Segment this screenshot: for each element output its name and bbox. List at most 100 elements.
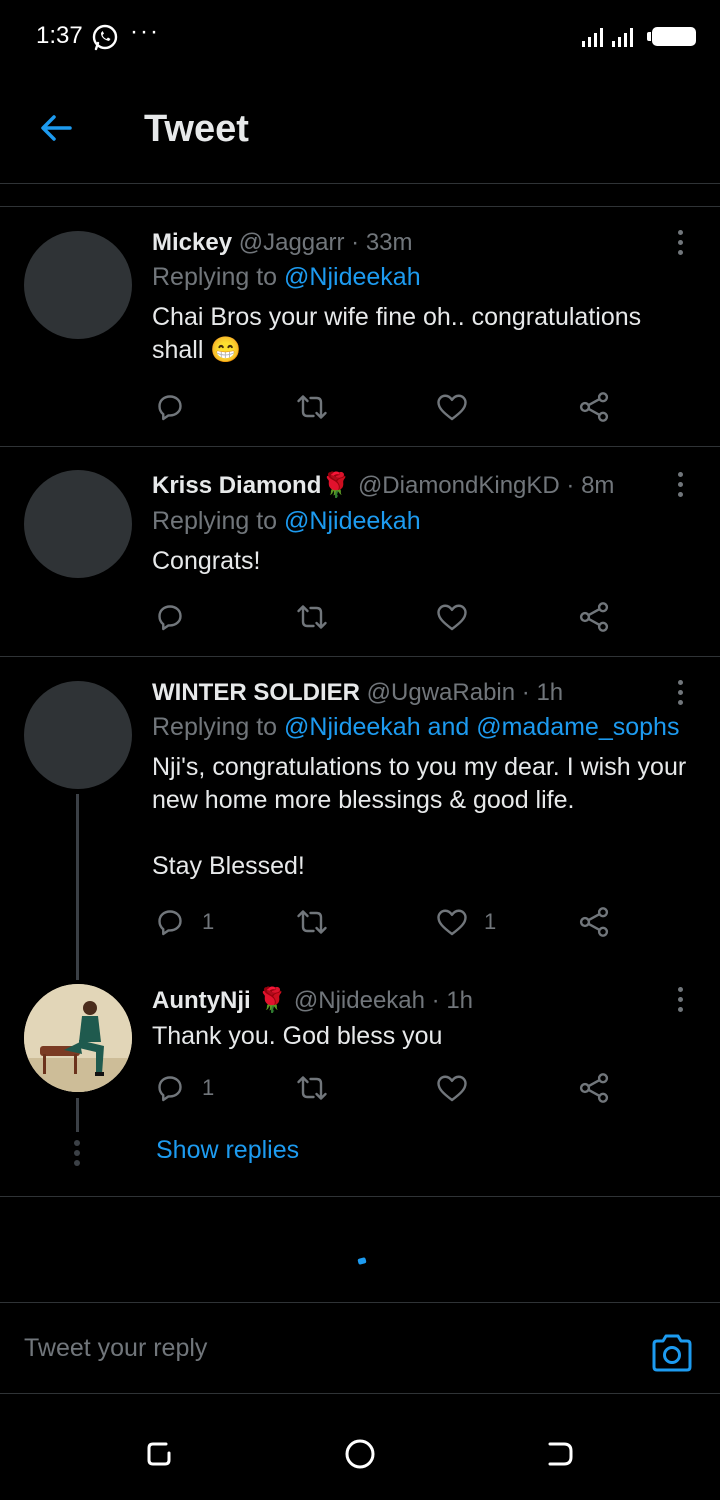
- author-name[interactable]: Kriss Diamond🌹: [152, 472, 351, 499]
- replying-prefix: Replying to: [152, 263, 285, 291]
- share-button[interactable]: [576, 1068, 612, 1108]
- replying-to: Replying to @Njideekah: [152, 507, 421, 536]
- heart-icon: [437, 1075, 467, 1102]
- mention-link[interactable]: @Njideekah: [284, 507, 421, 535]
- home-icon[interactable]: [342, 1436, 378, 1472]
- signal-icon: [582, 28, 633, 47]
- heart-icon: [437, 909, 467, 936]
- tweet-meta: AuntyNji 🌹 @Njideekah · 1h: [152, 986, 473, 1015]
- heart-icon: [437, 604, 467, 631]
- mention-link[interactable]: @Njideekah and @madame_sophs: [284, 713, 679, 741]
- author-name[interactable]: Mickey: [152, 229, 232, 256]
- avatar[interactable]: [24, 681, 132, 789]
- divider: [0, 656, 720, 657]
- reply-button[interactable]: 1: [152, 902, 214, 942]
- tweet-meta: WINTER SOLDIER @UgwaRabin · 1h: [152, 679, 563, 707]
- tweet-time: · 8m: [566, 472, 615, 499]
- retweet-button[interactable]: [294, 597, 330, 637]
- loading-spinner: [357, 1257, 367, 1265]
- avatar[interactable]: [24, 231, 132, 339]
- tweet-meta: Mickey @Jaggarr · 33m: [152, 229, 413, 257]
- replying-prefix: Replying to: [152, 713, 285, 741]
- author-handle: @Jaggarr: [238, 229, 345, 256]
- tweet-text: Nji's, congratulations to you my dear. I…: [152, 753, 687, 814]
- tweet-time: · 1h: [521, 679, 564, 706]
- tweet-meta: Kriss Diamond🌹 @DiamondKingKD · 8m: [152, 471, 614, 500]
- share-icon: [579, 602, 609, 632]
- reply-composer: [0, 1302, 720, 1394]
- share-icon: [579, 907, 609, 937]
- more-vertical-icon[interactable]: [668, 984, 692, 1016]
- more-vertical-icon[interactable]: [668, 227, 692, 259]
- share-icon: [579, 1073, 609, 1103]
- thread-more-dots: [74, 1140, 82, 1170]
- divider: [0, 206, 720, 207]
- camera-icon[interactable]: [650, 1333, 694, 1373]
- author-name[interactable]: WINTER SOLDIER: [152, 679, 360, 706]
- profile-photo: [24, 984, 132, 1092]
- recent-apps-icon[interactable]: [142, 1436, 178, 1472]
- heart-icon: [437, 394, 467, 421]
- retweet-button[interactable]: [294, 1068, 330, 1108]
- like-count: 1: [484, 909, 497, 934]
- like-button[interactable]: [434, 1068, 470, 1108]
- reply-icon: [158, 1076, 182, 1102]
- more-vertical-icon[interactable]: [668, 469, 692, 501]
- divider: [0, 446, 720, 447]
- replying-prefix: Replying to: [152, 507, 285, 535]
- thread-line: [76, 1098, 79, 1132]
- replying-to: Replying to @Njideekah and @madame_sophs: [152, 713, 679, 742]
- tweet-text: Thank you. God bless you: [152, 1022, 443, 1050]
- author-handle: @UgwaRabin: [366, 679, 516, 706]
- notification-overflow-icon: ···: [130, 18, 160, 45]
- retweet-button[interactable]: [294, 902, 330, 942]
- share-button[interactable]: [576, 902, 612, 942]
- author-handle: @Njideekah: [293, 987, 425, 1014]
- like-button[interactable]: [434, 597, 470, 637]
- tweet-time: · 1h: [431, 987, 474, 1014]
- system-nav-bar: [0, 1410, 720, 1500]
- avatar[interactable]: [24, 984, 132, 1092]
- retweet-icon: [297, 395, 327, 419]
- retweet-icon: [297, 910, 327, 934]
- reply-input[interactable]: [24, 1323, 584, 1373]
- reply-button[interactable]: [152, 387, 188, 427]
- tweet-text: Congrats!: [152, 547, 261, 575]
- share-button[interactable]: [576, 387, 612, 427]
- retweet-icon: [297, 605, 327, 629]
- arrow-left-icon[interactable]: [36, 108, 76, 148]
- back-nav-icon[interactable]: [542, 1436, 578, 1472]
- status-time: 1:37: [36, 22, 83, 49]
- show-replies-link[interactable]: Show replies: [156, 1136, 299, 1165]
- reply-icon: [158, 605, 182, 631]
- share-button[interactable]: [576, 597, 612, 637]
- reply-button[interactable]: [152, 597, 188, 637]
- more-vertical-icon[interactable]: [668, 677, 692, 709]
- share-icon: [579, 392, 609, 422]
- reply-icon: [158, 910, 182, 936]
- tweet-actions: 1 1: [152, 902, 622, 942]
- like-button[interactable]: [434, 387, 470, 427]
- reply-count: 1: [202, 1075, 215, 1100]
- reply-icon: [158, 395, 182, 421]
- tweet-text: Chai Bros your wife fine oh.. congratula…: [152, 303, 642, 364]
- tweet-actions: 1: [152, 1068, 622, 1108]
- author-name[interactable]: AuntyNji 🌹: [152, 987, 287, 1014]
- divider: [0, 1196, 720, 1197]
- app-header: Tweet: [0, 72, 720, 184]
- status-bar: 1:37 ···: [0, 0, 720, 72]
- reply-count: 1: [202, 909, 215, 934]
- like-button[interactable]: 1: [434, 902, 496, 942]
- retweet-icon: [297, 1076, 327, 1100]
- thread-line: [76, 794, 79, 980]
- retweet-button[interactable]: [294, 387, 330, 427]
- replying-to: Replying to @Njideekah: [152, 263, 421, 292]
- battery-icon: [647, 27, 696, 46]
- reply-button[interactable]: 1: [152, 1068, 214, 1108]
- tweet-actions: [152, 387, 622, 427]
- avatar[interactable]: [24, 470, 132, 578]
- tweet-actions: [152, 597, 622, 637]
- mention-link[interactable]: @Njideekah: [284, 263, 421, 291]
- tweet-time: · 33m: [351, 229, 413, 256]
- tweet-text-line-2: Stay Blessed!: [152, 852, 305, 880]
